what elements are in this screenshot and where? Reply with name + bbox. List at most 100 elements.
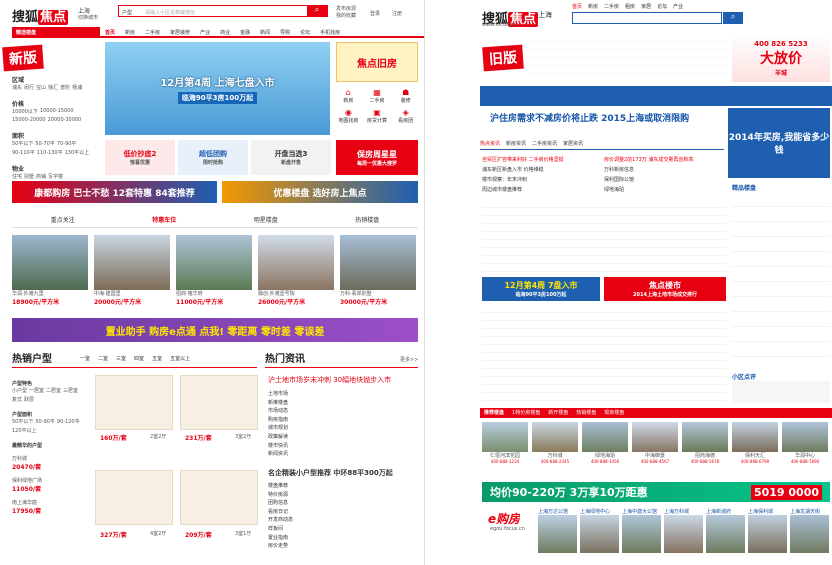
nav-mobile[interactable]: 手机找房: [315, 27, 345, 36]
filter-option[interactable]: 90-110平: [12, 149, 35, 156]
tab-hot[interactable]: 热销楼盘: [355, 215, 379, 224]
nav-home[interactable]: 首页: [100, 27, 120, 36]
listing-card[interactable]: 万科·翡翠别墅 30000元/平方米: [340, 235, 416, 306]
top-link-publish[interactable]: 发布房源: [336, 5, 356, 12]
old-blue-nav[interactable]: [480, 86, 832, 106]
filter-option[interactable]: 130平以上: [65, 149, 90, 156]
shortcut-deco[interactable]: ☗ 装修: [393, 88, 418, 104]
top-link[interactable]: 论坛: [657, 3, 667, 10]
old-news-body[interactable]: [482, 200, 726, 275]
floor-plan-image[interactable]: [180, 375, 258, 430]
floor-plan-image[interactable]: [95, 375, 173, 430]
promo-card[interactable]: 低价抄底2 惊喜优惠: [105, 140, 175, 175]
old-city[interactable]: 上海: [538, 10, 552, 20]
listing-card[interactable]: 中海·建国里 20000元/平方米: [94, 235, 170, 306]
filter-option[interactable]: 50平以下: [12, 418, 33, 425]
side-item[interactable]: 南上海华庭 17950/套: [12, 499, 87, 515]
side-item[interactable]: 万科城 20470/套: [12, 455, 87, 471]
filter-option[interactable]: 15000-20000: [12, 117, 46, 123]
floor-plan-image[interactable]: [95, 470, 173, 525]
recommend-card[interactable]: 华润中心 400-888-7890: [782, 422, 828, 464]
nav-guide[interactable]: 导购: [275, 27, 295, 36]
type-tab[interactable]: 二室: [98, 355, 108, 362]
nav-forum[interactable]: 论坛: [295, 27, 315, 36]
filter-option[interactable]: 杨浦: [72, 84, 82, 91]
old-tab[interactable]: 家居资讯: [563, 140, 583, 147]
login-link[interactable]: 登录: [370, 10, 380, 17]
shortcut-map[interactable]: ◉ 地图找房: [336, 108, 361, 124]
news-item[interactable]: 新推楼盘: [268, 399, 418, 408]
filter-option[interactable]: 50-70平: [35, 140, 55, 147]
recommend-tab[interactable]: 1特价房楼盘: [512, 409, 540, 417]
shortcut-loan[interactable]: ▣ 房贷计算: [365, 108, 390, 124]
news-item[interactable]: 绿地海珀: [604, 185, 724, 195]
filter-option[interactable]: 二居室: [46, 387, 61, 394]
filter-option[interactable]: 90-120平: [57, 418, 80, 425]
nav-commerce[interactable]: 商业: [215, 27, 235, 36]
filter-option[interactable]: 普陀: [60, 84, 70, 91]
old-mid-banner[interactable]: 12月第4周 7盘入市 临海90平3房100万起: [482, 277, 600, 301]
top-link-favorites[interactable]: 我的收藏: [336, 12, 356, 19]
news-item[interactable]: 样板间: [268, 525, 418, 534]
bottom-card[interactable]: 上海龙湖天街: [790, 508, 829, 553]
type-tab[interactable]: 五室以上: [170, 355, 190, 362]
old-tab[interactable]: 二手房资讯: [532, 140, 557, 147]
wide-ad-banner[interactable]: 康都购房 巴士不愁 12套特惠 84套推荐: [12, 181, 217, 203]
search-category[interactable]: 户型: [122, 9, 132, 16]
news-item[interactable]: 特价房源: [268, 491, 418, 500]
old-review-box[interactable]: [732, 381, 830, 403]
more-link[interactable]: 更多>>: [400, 356, 418, 363]
tab-special[interactable]: 特惠车位: [152, 215, 176, 224]
news-item[interactable]: 浦东新区新盘入市 价格维稳: [482, 165, 600, 175]
old-link-grid[interactable]: [528, 34, 728, 80]
recommend-tab[interactable]: 现房楼盘: [604, 409, 624, 417]
old-red-banner[interactable]: 焦点楼市 2014上海土地市场成交排行: [604, 277, 726, 301]
top-link[interactable]: 家居: [641, 3, 651, 10]
floor-plan-image[interactable]: [180, 470, 258, 525]
old-news-body[interactable]: [482, 305, 726, 403]
old-right-ad[interactable]: 400 826 5233 大放价 羊城: [732, 34, 830, 82]
old-tab[interactable]: 热点资讯: [480, 140, 500, 147]
filter-option[interactable]: 小户型: [12, 387, 27, 394]
nav-newhouse[interactable]: 新房: [120, 27, 140, 36]
news-item[interactable]: 政策解读: [268, 433, 418, 442]
register-link[interactable]: 注册: [392, 10, 402, 17]
top-link[interactable]: 二手房: [604, 3, 619, 10]
top-link[interactable]: 首页: [572, 3, 582, 10]
news-item[interactable]: 楼盘推荐: [268, 482, 418, 491]
news-item[interactable]: 新闻资讯: [268, 450, 418, 459]
old-tab[interactable]: 新房资讯: [506, 140, 526, 147]
assistant-ad-banner[interactable]: 置业助手 购房e点通 点我! 零距离 零时差 零误差: [12, 318, 418, 342]
bottom-card[interactable]: 上海保利城: [748, 508, 787, 553]
filter-option[interactable]: 别墅: [24, 173, 34, 180]
nav-industry[interactable]: 产业: [195, 27, 215, 36]
promo-card[interactable]: 保房周星星 每周一优惠大搜罗: [336, 140, 418, 175]
news-item[interactable]: 置业指南: [268, 534, 418, 543]
recommend-card[interactable]: 绿地海珀 400-888-3456: [582, 422, 628, 464]
shortcut-tour[interactable]: ◈ 看房团: [393, 108, 418, 124]
recommend-tab[interactable]: 热销楼盘: [576, 409, 596, 417]
bottom-card[interactable]: 上海万科城: [664, 508, 703, 553]
news-item[interactable]: 开发商动态: [268, 516, 418, 525]
news-headline[interactable]: 沪土地市场岁末冲刺 30幅地块抛步入市: [268, 375, 391, 385]
news-item[interactable]: 城市规划: [268, 424, 418, 433]
filter-option[interactable]: 跃层: [24, 396, 34, 403]
filter-option[interactable]: 110-130平: [37, 149, 63, 156]
top-link[interactable]: 新房: [588, 3, 598, 10]
old-house-ad[interactable]: 焦点旧房: [336, 42, 418, 82]
type-tab[interactable]: 三室: [116, 355, 126, 362]
filter-option[interactable]: 10000以下: [12, 108, 38, 115]
shortcut-second[interactable]: ▦ 二手房: [365, 88, 390, 104]
new-logo[interactable]: 搜狐 焦点: [12, 6, 69, 25]
top-link[interactable]: 租房: [625, 3, 635, 10]
city-switch[interactable]: 切换城市: [78, 14, 98, 21]
news-item[interactable]: 土地市场: [268, 390, 418, 399]
bottom-card[interactable]: 上海新城府: [706, 508, 745, 553]
listing-card[interactable]: 招商·雍华府 11000元/平方米: [176, 235, 252, 306]
promo-card[interactable]: 超低团购 限时抢购: [178, 140, 248, 175]
type-tab[interactable]: 四室: [134, 355, 144, 362]
search-icon[interactable]: ⌕: [307, 5, 327, 17]
ego-logo[interactable]: e购房: [488, 510, 520, 527]
listing-card[interactable]: 融创·外滩壹号院 26000元/平方米: [258, 235, 334, 306]
hero-banner[interactable]: 12月第4周 上海七盘入市 临海90平3房100万起: [105, 42, 330, 135]
